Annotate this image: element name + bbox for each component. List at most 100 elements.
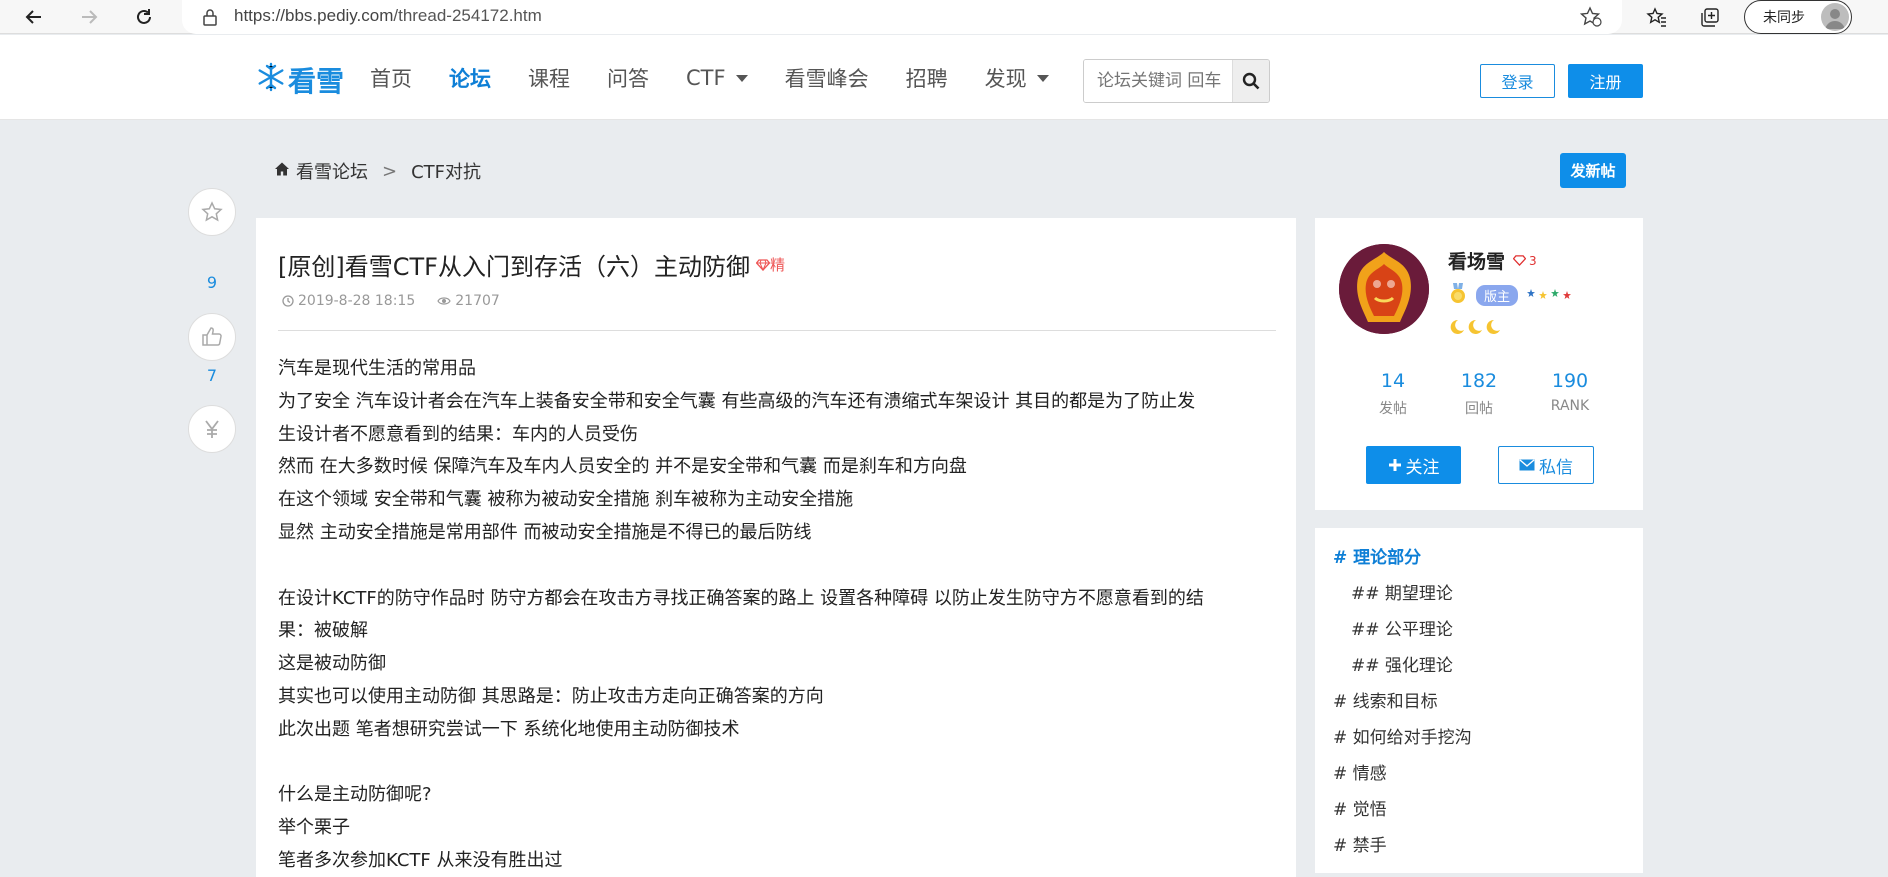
post-views-text: 21707 [455,293,500,309]
reward-button[interactable] [188,405,236,453]
url-text: https://bbs.pediy.com/thread-254172.htm [234,6,542,25]
toc-item[interactable]: ## 强化理论 [1351,651,1453,676]
thumbs-up-icon [202,327,222,346]
post-title: [原创]看雪CTF从入门到存活（六）主动防御 精 [278,247,785,282]
address-bar[interactable]: https://bbs.pediy.com/thread-254172.htm [182,0,1622,34]
post-line: 其实也可以使用主动防御 其思路是：防止攻击方走向正确答案的方向 [278,685,824,707]
refresh-icon[interactable] [130,3,158,31]
follow-button[interactable]: 关注 [1366,446,1461,484]
lock-icon [202,8,218,30]
post-line: 举个栗子 [278,817,350,839]
stat-rank[interactable]: 190 RANK [1540,370,1600,414]
new-post-button[interactable]: 发新帖 [1560,153,1626,188]
search-icon [1242,72,1260,90]
site-logo[interactable]: 看雪 [256,60,344,100]
breadcrumb: 看雪论坛 > CTF对抗 [274,158,481,184]
favorite-add-icon[interactable] [1579,6,1602,32]
nav-qa[interactable]: 问答 [607,63,649,93]
nav-home[interactable]: 首页 [370,63,412,93]
stat-replies[interactable]: 182 回帖 [1449,370,1509,418]
toc-item[interactable]: # 情感 [1333,759,1387,784]
post-line: 汽车是现代生活的常用品 [278,358,476,379]
post-title-text: [原创]看雪CTF从入门到存活（六）主动防御 [278,253,750,281]
nav-discover[interactable]: 发现 [985,63,1049,93]
table-of-contents: # 理论部分 ## 期望理论 ## 公平理论 ## 强化理论 # 线索和目标 #… [1315,528,1643,873]
nav-courses[interactable]: 课程 [528,63,570,93]
toc-item[interactable]: ## 期望理论 [1351,579,1453,604]
message-label: 私信 [1539,457,1573,478]
search-input[interactable] [1084,60,1232,102]
follow-label: 关注 [1405,457,1440,478]
avatar[interactable] [1339,244,1429,334]
author-badges: 版主 [1448,282,1576,308]
forward-icon[interactable] [75,3,103,31]
toc-item[interactable]: # 禁手 [1333,831,1387,856]
post-line: 为了安全 汽车设计者会在汽车上装备安全带和安全气囊 有些高级的汽车还有溃缩式车架… [278,390,1196,412]
forum-search [1083,59,1270,103]
stat-posts[interactable]: 14 发帖 [1363,370,1423,418]
post-date: 2019-8-28 18:15 [282,293,415,309]
featured-badge-label: 精 [769,256,785,274]
post-body: 汽车是现代生活的常用品为了安全 汽车设计者会在汽车上装备安全带和安全气囊 有些高… [278,353,1278,877]
back-icon[interactable] [20,3,48,31]
diamond-icon [1513,255,1527,266]
toc-item[interactable]: ## 公平理论 [1351,615,1453,640]
logo-text: 看雪 [288,65,345,98]
toc-item[interactable]: # 如何给对手挖沟 [1333,723,1472,748]
breadcrumb-home[interactable]: 看雪论坛 [296,158,368,184]
moon-icon [1450,319,1500,334]
post-views: 21707 [437,293,500,309]
stat-posts-label: 发帖 [1379,401,1407,417]
moderator-badge: 版主 [1476,284,1519,306]
profile-avatar-icon [1821,3,1849,31]
profile-sync-button[interactable]: 未同步 [1744,0,1852,34]
stat-replies-label: 回帖 [1465,401,1493,417]
eye-icon [437,297,451,305]
author-level: 3 [1513,254,1537,268]
nav-forum[interactable]: 论坛 [449,63,491,93]
post-line: 然而 在大多数时候 保障汽车及车内人员安全的 并不是安全带和气囊 而是刹车和方向… [278,456,967,478]
message-button[interactable]: 私信 [1498,446,1594,484]
clock-icon [282,295,294,307]
toc-item[interactable]: # 理论部分 [1333,543,1421,568]
featured-badge: 精 [755,254,785,275]
post-card: [原创]看雪CTF从入门到存活（六）主动防御 精 2019-8-28 18:15… [256,218,1296,877]
post-line: 显然 主动安全措施是常用部件 而被动安全措施是不得已的最后防线 [278,521,812,543]
browser-toolbar: https://bbs.pediy.com/thread-254172.htm … [0,0,1888,34]
stars-icon [1526,286,1576,305]
nav-summit[interactable]: 看雪峰会 [785,63,869,93]
search-button[interactable] [1232,60,1269,102]
author-name[interactable]: 看场雪 3 [1448,247,1537,274]
post-line: 果：被破解 [278,620,368,642]
post-line: 什么是主动防御呢? [278,784,432,806]
toc-item[interactable]: # 线索和目标 [1333,687,1438,712]
stat-replies-value: 182 [1460,370,1498,392]
diamond-icon [755,258,770,271]
post-line: 此次出题 笔者想研究尝试一下 系统化地使用主动防御技术 [278,718,740,740]
plus-icon [1388,459,1401,471]
post-date-text: 2019-8-28 18:15 [298,293,416,309]
home-icon [274,161,290,182]
stat-rank-label: RANK [1550,398,1590,414]
collections-icon[interactable] [1696,3,1724,31]
nav-ctf[interactable]: CTF [686,63,748,93]
post-meta: 2019-8-28 18:15 21707 [282,293,500,309]
chevron-down-icon [1036,74,1049,82]
login-button[interactable]: 登录 [1480,64,1555,98]
breadcrumb-current[interactable]: CTF对抗 [411,158,481,184]
favorites-icon[interactable] [1643,3,1671,31]
medal-icon [1448,282,1468,308]
nav-jobs[interactable]: 招聘 [906,63,948,93]
yen-icon [205,420,219,438]
author-card: 看场雪 3 版主 14 发帖 182 回帖 190 RANK 关注 私信 [1315,218,1643,510]
author-name-text: 看场雪 [1448,251,1506,273]
toc-item[interactable]: # 觉悟 [1333,795,1387,820]
snowflake-icon [256,62,286,99]
main-nav: 首页 论坛 课程 问答 CTF 看雪峰会 招聘 发现 [370,63,1086,93]
post-divider [278,330,1276,331]
favorite-button[interactable] [188,188,236,236]
like-button[interactable] [188,313,236,361]
register-button[interactable]: 注册 [1568,64,1643,98]
